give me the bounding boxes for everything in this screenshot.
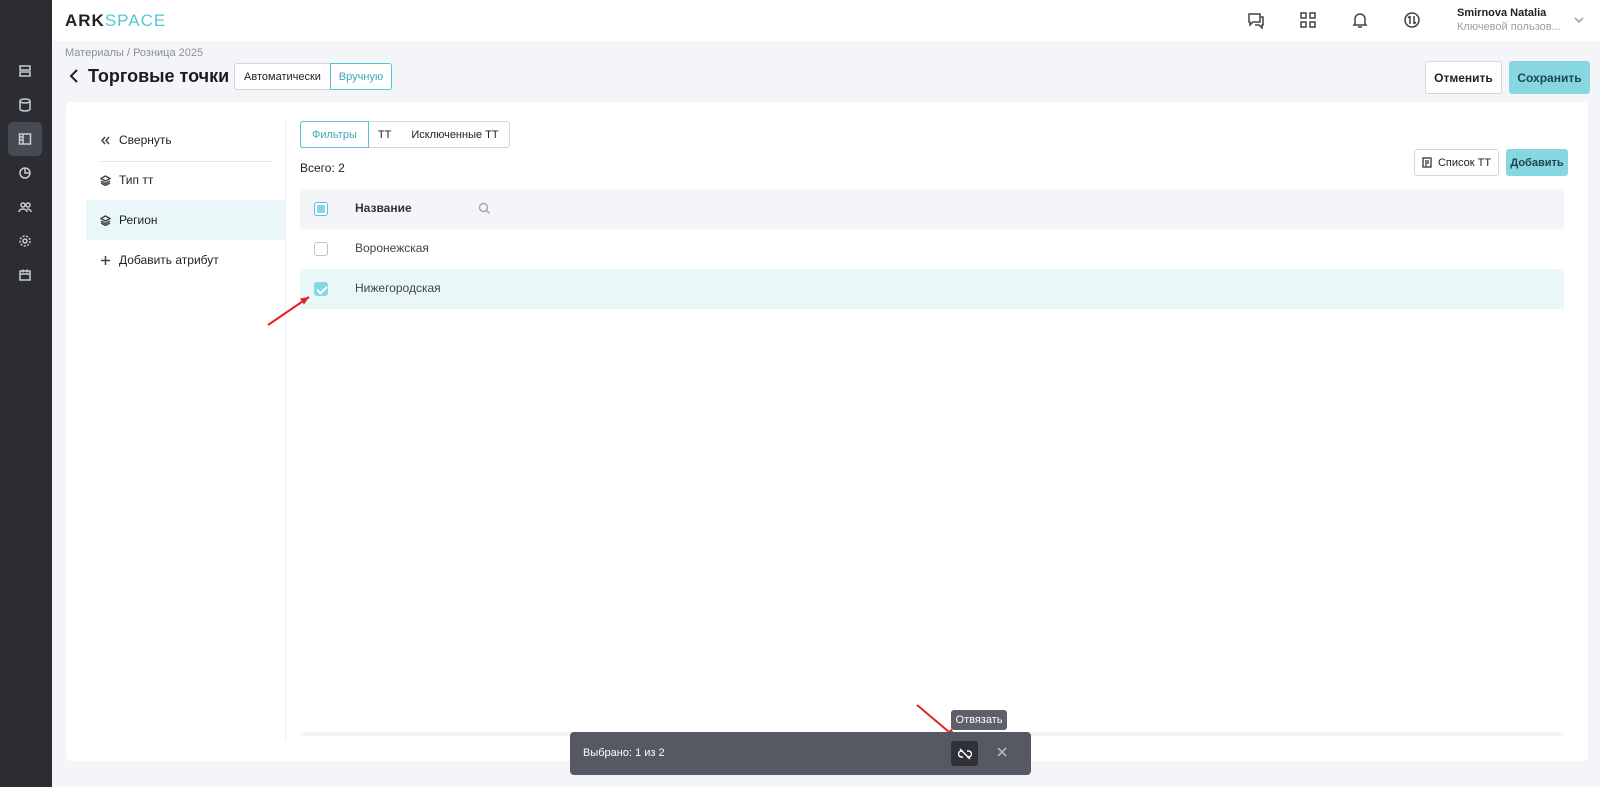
app-logo[interactable]: ARKSPACE <box>65 11 166 31</box>
mode-manual-button[interactable]: Вручную <box>330 63 392 90</box>
sidebar-item-region[interactable]: Регион <box>86 200 286 240</box>
sync-icon[interactable] <box>1402 10 1424 32</box>
plus-icon <box>101 255 110 265</box>
row-checkbox[interactable] <box>314 242 328 256</box>
rail-users-icon[interactable] <box>8 190 42 224</box>
chevron-down-icon[interactable] <box>1573 14 1585 29</box>
rail-settings-icon[interactable] <box>8 224 42 258</box>
save-button[interactable]: Сохранить <box>1509 61 1590 94</box>
tab-filters[interactable]: Фильтры <box>300 121 369 148</box>
column-header-name[interactable]: Название <box>355 201 412 215</box>
unlink-button[interactable] <box>951 741 978 766</box>
row-checkbox[interactable] <box>314 282 328 296</box>
left-rail <box>0 0 52 787</box>
view-tabs: Фильтры ТТ Исключенные ТТ <box>300 121 510 148</box>
sidebar-item-label: Регион <box>119 213 158 227</box>
page-title: Торговые точки <box>88 66 230 86</box>
table-row[interactable]: Нижегородская <box>300 269 1564 309</box>
divider <box>285 120 286 741</box>
search-icon[interactable] <box>478 202 491 218</box>
row-name: Воронежская <box>355 241 429 255</box>
collapse-button[interactable]: Свернуть <box>86 120 286 160</box>
total-count: Всего: 2 <box>300 161 345 175</box>
collapse-label: Свернуть <box>119 133 172 147</box>
layers-icon <box>100 174 111 186</box>
user-name[interactable]: Smirnova Natalia <box>1457 7 1546 19</box>
breadcrumb[interactable]: Материалы / Розница 2025 <box>65 47 203 59</box>
rail-database-icon[interactable] <box>8 88 42 122</box>
help-chat-icon[interactable] <box>1246 10 1268 32</box>
add-attribute-label: Добавить атрибут <box>119 253 219 267</box>
tab-excluded[interactable]: Исключенные ТТ <box>401 122 508 147</box>
rail-materials-icon[interactable] <box>8 122 42 156</box>
layers-icon <box>100 214 111 226</box>
rail-analytics-icon[interactable] <box>8 156 42 190</box>
user-role: Ключевой пользов... <box>1457 21 1561 33</box>
add-button[interactable]: Добавить <box>1506 149 1568 176</box>
table-row[interactable]: Воронежская <box>300 229 1564 269</box>
mode-auto-button[interactable]: Автоматически <box>234 63 331 90</box>
tab-outlets[interactable]: ТТ <box>368 122 401 147</box>
unlink-icon <box>957 748 972 759</box>
rail-storage-icon[interactable] <box>8 54 42 88</box>
rail-calendar-icon[interactable] <box>8 258 42 292</box>
selection-bar: Выбрано: 1 из 2 <box>570 732 1031 775</box>
select-all-checkbox[interactable] <box>314 202 328 216</box>
selection-count: Выбрано: 1 из 2 <box>583 747 665 759</box>
annotation-arrow-icon <box>267 296 310 326</box>
close-icon[interactable] <box>997 745 1013 761</box>
double-chevron-left-icon <box>101 136 110 144</box>
add-attribute-button[interactable]: Добавить атрибут <box>86 240 286 280</box>
bell-icon[interactable] <box>1350 10 1372 32</box>
outlet-list-label: Список ТТ <box>1437 156 1492 169</box>
cancel-button[interactable]: Отменить <box>1425 61 1502 94</box>
top-bar: ARKSPACE Smirnova Natalia Ключевой польз… <box>52 0 1600 41</box>
back-arrow-icon[interactable] <box>67 68 83 86</box>
unlink-tooltip: Отвязать <box>951 710 1007 730</box>
sidebar-item-label: Тип тт <box>119 173 154 187</box>
document-icon <box>1422 157 1432 168</box>
row-name: Нижегородская <box>355 281 441 295</box>
sidebar-item-type[interactable]: Тип тт <box>86 160 286 200</box>
table-header: Название <box>300 189 1564 229</box>
apps-grid-icon[interactable] <box>1298 10 1320 32</box>
outlet-list-button[interactable]: Список ТТ <box>1414 149 1499 176</box>
